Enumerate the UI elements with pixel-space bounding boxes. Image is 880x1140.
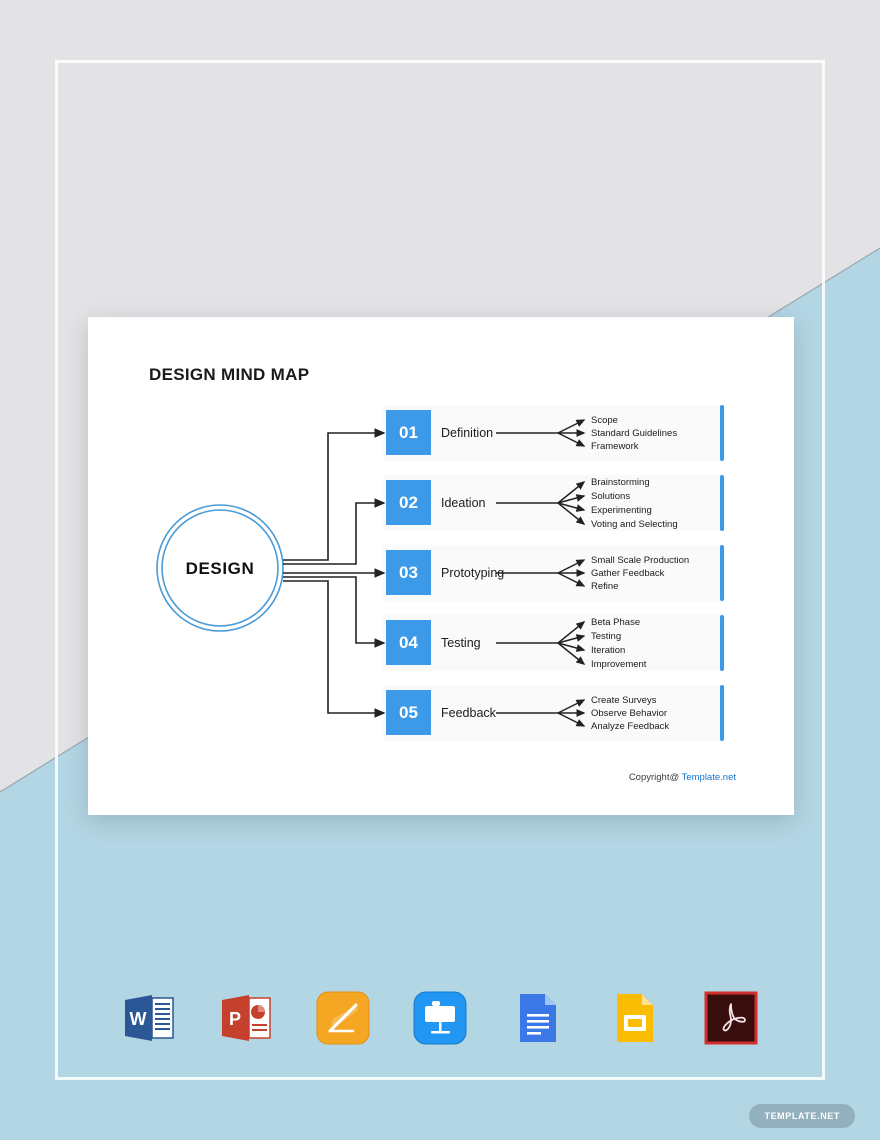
sub-item: Gather Feedback — [591, 568, 665, 579]
hub-label: DESIGN — [185, 559, 255, 578]
sub-item: Analyze Feedback — [591, 721, 670, 732]
sub-item: Voting and Selecting — [591, 519, 678, 530]
branch-number-box[interactable]: 05 — [386, 690, 431, 735]
keynote-icon[interactable] — [410, 988, 470, 1048]
svg-text:W: W — [130, 1009, 147, 1029]
branch-number-box[interactable]: 02 — [386, 480, 431, 525]
branch-number-box[interactable]: 04 — [386, 620, 431, 665]
mind-map-diagram: DESIGN 01 02 03 04 05 Definition Ideatio… — [88, 317, 794, 815]
branch-label: Testing — [441, 636, 481, 650]
pages-icon[interactable] — [313, 988, 373, 1048]
template-net-link[interactable]: Template.net — [682, 772, 736, 783]
sub-item: Create Surveys — [591, 695, 657, 706]
branch-label: Ideation — [441, 496, 486, 510]
powerpoint-icon[interactable]: P — [216, 988, 276, 1048]
google-slides-icon[interactable] — [604, 988, 664, 1048]
branch-number-box[interactable]: 03 — [386, 550, 431, 595]
sub-item: Framework — [591, 441, 639, 452]
google-docs-icon[interactable] — [507, 988, 567, 1048]
svg-text:P: P — [229, 1009, 241, 1029]
sub-item: Beta Phase — [591, 617, 641, 628]
pdf-icon[interactable] — [701, 988, 761, 1048]
sub-item: Refine — [591, 581, 619, 592]
sub-item: Solutions — [591, 491, 631, 502]
sub-item: Improvement — [591, 659, 647, 670]
sub-item: Scope — [591, 415, 618, 426]
sub-item: Brainstorming — [591, 477, 650, 488]
file-format-icons: W P — [0, 988, 880, 1048]
sub-item: Iteration — [591, 645, 626, 656]
word-icon[interactable]: W — [119, 988, 179, 1048]
sub-item: Observe Behavior — [591, 708, 668, 719]
sub-item: Standard Guidelines — [591, 428, 678, 439]
copyright-prefix: Copyright@ — [628, 772, 682, 783]
document-card: DESIGN MIND MAP DESIGN 01 02 03 04 05 De… — [88, 317, 794, 815]
branch-label: Definition — [441, 426, 494, 440]
copyright-notice: Copyright@ Template.net — [629, 772, 736, 783]
branch-number-box[interactable]: 01 — [386, 410, 431, 455]
sub-item: Small Scale Production — [591, 555, 690, 566]
sub-item: Testing — [591, 631, 622, 642]
sub-item: Experimenting — [591, 505, 652, 516]
branch-label: Prototyping — [441, 566, 505, 580]
template-net-watermark: TEMPLATE.NET — [749, 1104, 855, 1128]
branch-label: Feedback — [441, 706, 496, 720]
